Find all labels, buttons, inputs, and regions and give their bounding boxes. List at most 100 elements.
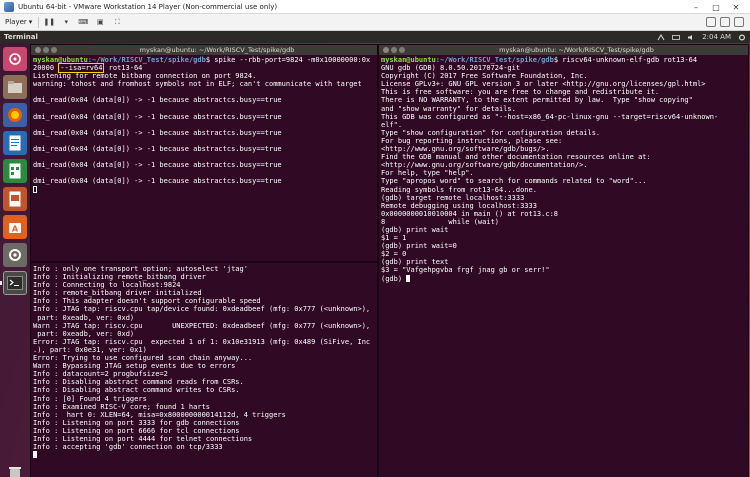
terminal-gdb[interactable]: myskan@ubuntu: ~/Work/RISCV_Test/spike/g… bbox=[378, 44, 749, 477]
terminal-line: Info : datacount=2 progbufsize=2 bbox=[33, 370, 168, 379]
terminal-line: There is NO WARRANTY, to the extent perm… bbox=[381, 96, 693, 105]
terminal-line: Info : Listening on port 3333 for gdb co… bbox=[33, 418, 240, 427]
minimize-icon[interactable] bbox=[391, 47, 397, 53]
maximize-button[interactable]: □ bbox=[706, 0, 726, 14]
terminal-line: 8 while (wait) bbox=[381, 217, 500, 226]
terminal-line: This GDB was configured as "--host=x86_6… bbox=[381, 112, 719, 121]
ubuntu-top-panel: Terminal 2:04 AM bbox=[0, 31, 750, 43]
keyboard-icon[interactable] bbox=[672, 34, 681, 41]
terminal-line: Type "apropos word" to search for comman… bbox=[381, 177, 647, 186]
launcher-settings-icon[interactable] bbox=[3, 243, 27, 267]
terminal-line: Info : Connecting to localhost:9824 bbox=[33, 281, 181, 290]
fullscreen-icon[interactable]: ⛶ bbox=[110, 16, 124, 28]
terminal-line: and "show warranty" for details. bbox=[381, 104, 516, 113]
player-menu-label: Player bbox=[5, 18, 27, 26]
text-cursor bbox=[33, 451, 37, 459]
network-device-icon[interactable] bbox=[720, 17, 730, 27]
clock[interactable]: 2:04 AM bbox=[702, 33, 731, 41]
command-text: $ riscv64-unknown-elf-gdb rot13-64 bbox=[553, 56, 698, 64]
vmware-toolbar: Player ▾ ❚❚ ▾ ⌨ ▣ ⛶ bbox=[0, 14, 750, 31]
network-icon[interactable] bbox=[657, 33, 665, 41]
launcher-terminal-icon[interactable] bbox=[3, 271, 27, 295]
terminal-title: myskan@ubuntu: ~/Work/RISCV_Test/spike/g… bbox=[499, 46, 654, 54]
terminal-line: dmi_read(0x04 (data[0]) -> -1 because ab… bbox=[33, 145, 282, 154]
terminal-line: $1 = 1 bbox=[381, 234, 407, 243]
terminal-openocd[interactable]: Info : only one transport option; autose… bbox=[30, 262, 378, 477]
terminal-line: Info : only one transport option; autose… bbox=[33, 265, 248, 273]
terminal-line: Info : [0] Found 4 triggers bbox=[33, 394, 147, 403]
gear-icon[interactable] bbox=[738, 33, 746, 41]
terminal-line: Info : Listening on port 6666 for tcl co… bbox=[33, 426, 240, 435]
terminal-line: Info : Disabling abstract command reads … bbox=[33, 378, 244, 387]
unity-mode-icon[interactable]: ▣ bbox=[93, 16, 107, 28]
launcher-impress-icon[interactable] bbox=[3, 187, 27, 211]
terminal-line: GNU gdb (GDB) 8.0.50.20170724-git bbox=[381, 64, 521, 73]
ubuntu-desktop: Terminal 2:04 AM A myskan@ubuntu: ~/Work… bbox=[0, 31, 750, 477]
terminal-line: dmi_read(0x04 (data[0]) -> -1 because ab… bbox=[33, 161, 282, 170]
terminal-line: Warn : JTAG tap: riscv.cpu UNEXPECTED: 0… bbox=[33, 321, 371, 330]
terminal-line: Find the GDB manual and other documentat… bbox=[381, 153, 651, 162]
send-ctrl-alt-del-icon[interactable]: ⌨ bbox=[76, 16, 90, 28]
launcher-firefox-icon[interactable] bbox=[3, 103, 27, 127]
terminal-output[interactable]: myskan@ubuntu:~/Work/RISCV_Test/spike/gd… bbox=[31, 55, 377, 195]
terminal-line: $3 = "Vafgehpgvba frgf jnag gb or serr!" bbox=[381, 266, 550, 275]
launcher-calc-icon[interactable] bbox=[3, 159, 27, 183]
terminal-line: dmi_read(0x04 (data[0]) -> -1 because ab… bbox=[33, 112, 282, 121]
command-text: $ spike --rbb-port=9824 -m0x10000000:0x bbox=[205, 56, 371, 64]
terminal-line: warning: tohost and fromhost symbols not… bbox=[33, 80, 362, 89]
removable-device-icon[interactable] bbox=[706, 17, 716, 27]
close-icon[interactable] bbox=[35, 47, 41, 53]
terminal-output[interactable]: Info : only one transport option; autose… bbox=[31, 263, 377, 460]
chevron-down-icon[interactable]: ▾ bbox=[59, 16, 73, 28]
terminal-line: This is free software: you are free to c… bbox=[381, 88, 660, 97]
terminal-line: Error: Trying to use configured scan cha… bbox=[33, 354, 253, 363]
close-icon[interactable] bbox=[383, 47, 389, 53]
minimize-icon[interactable] bbox=[43, 47, 49, 53]
terminal-line: (gdb) print text bbox=[381, 258, 449, 267]
terminal-line: Info : Examined RISC-V core; found 1 har… bbox=[33, 402, 211, 411]
terminal-output[interactable]: myskan@ubuntu:~/Work/RISCV_Test/spike/gd… bbox=[379, 55, 748, 284]
terminal-line: Type "show configuration" for configurat… bbox=[381, 128, 601, 137]
launcher-files-icon[interactable] bbox=[3, 75, 27, 99]
terminal-titlebar[interactable]: myskan@ubuntu: ~/Work/RISCV_Test/spike/g… bbox=[379, 45, 748, 55]
player-menu[interactable]: Player ▾ bbox=[5, 18, 32, 26]
terminal-titlebar[interactable]: myskan@ubuntu: ~/Work/RISCV_Test/spike/g… bbox=[31, 45, 377, 55]
terminal-line: part: 0xeadb, ver: 0xd) bbox=[33, 313, 135, 322]
terminal-line: License GPLv3+: GNU GPL version 3 or lat… bbox=[381, 80, 706, 89]
pause-icon[interactable]: ❚❚ bbox=[42, 16, 56, 28]
launcher-software-icon[interactable]: A bbox=[3, 215, 27, 239]
openocd-output-lines: Info : only one transport option; autose… bbox=[33, 265, 375, 451]
terminal-line: Info : accepting 'gdb' connection on tcp… bbox=[33, 443, 223, 452]
terminal-line: For help, type "help". bbox=[381, 169, 474, 178]
svg-text:A: A bbox=[12, 225, 19, 234]
launcher-search-icon[interactable] bbox=[3, 47, 27, 71]
vmware-window-title: Ubuntu 64-bit - VMware Workstation 14 Pl… bbox=[18, 2, 278, 11]
terminal-line: .), part: 0x0e31, ver: 0x1) bbox=[33, 345, 147, 354]
terminal-line: Listening for remote bitbang connection … bbox=[33, 72, 257, 81]
text-cursor bbox=[33, 185, 37, 193]
terminal-line: <http://www.gnu.org/software/gdb/documen… bbox=[381, 161, 588, 170]
terminal-line: Remote debugging using localhost:3333 bbox=[381, 201, 537, 210]
close-button[interactable]: ✕ bbox=[726, 0, 746, 14]
volume-icon[interactable] bbox=[687, 34, 695, 41]
terminal-line: elf". bbox=[381, 120, 403, 129]
launcher-writer-icon[interactable] bbox=[3, 131, 27, 155]
terminal-line: part: 0xeadb, ver: 0xd) bbox=[33, 329, 135, 338]
usb-device-icon[interactable] bbox=[734, 17, 744, 27]
spike-output-lines: Listening for remote bitbang connection … bbox=[33, 72, 375, 185]
toolbar-divider bbox=[38, 16, 40, 28]
terminal-line: Copyright (C) 2017 Free Software Foundat… bbox=[381, 72, 588, 81]
prompt-path: :~/Work/RISCV_Test/spike/gdb bbox=[435, 56, 554, 64]
terminal-line: Info : Initializing remote_bitbang drive… bbox=[33, 273, 206, 282]
cursor-line bbox=[33, 185, 375, 194]
terminal-spike[interactable]: myskan@ubuntu: ~/Work/RISCV_Test/spike/g… bbox=[30, 44, 378, 262]
terminal-line: (gdb) print wait=0 bbox=[381, 242, 457, 251]
minimize-button[interactable]: – bbox=[686, 0, 706, 14]
terminal-line: Info : hart 0: XLEN=64, misa=0x800000000… bbox=[33, 410, 286, 419]
prompt-user: myskan@ubuntu bbox=[381, 56, 436, 64]
launcher-trash-icon[interactable] bbox=[3, 461, 27, 477]
